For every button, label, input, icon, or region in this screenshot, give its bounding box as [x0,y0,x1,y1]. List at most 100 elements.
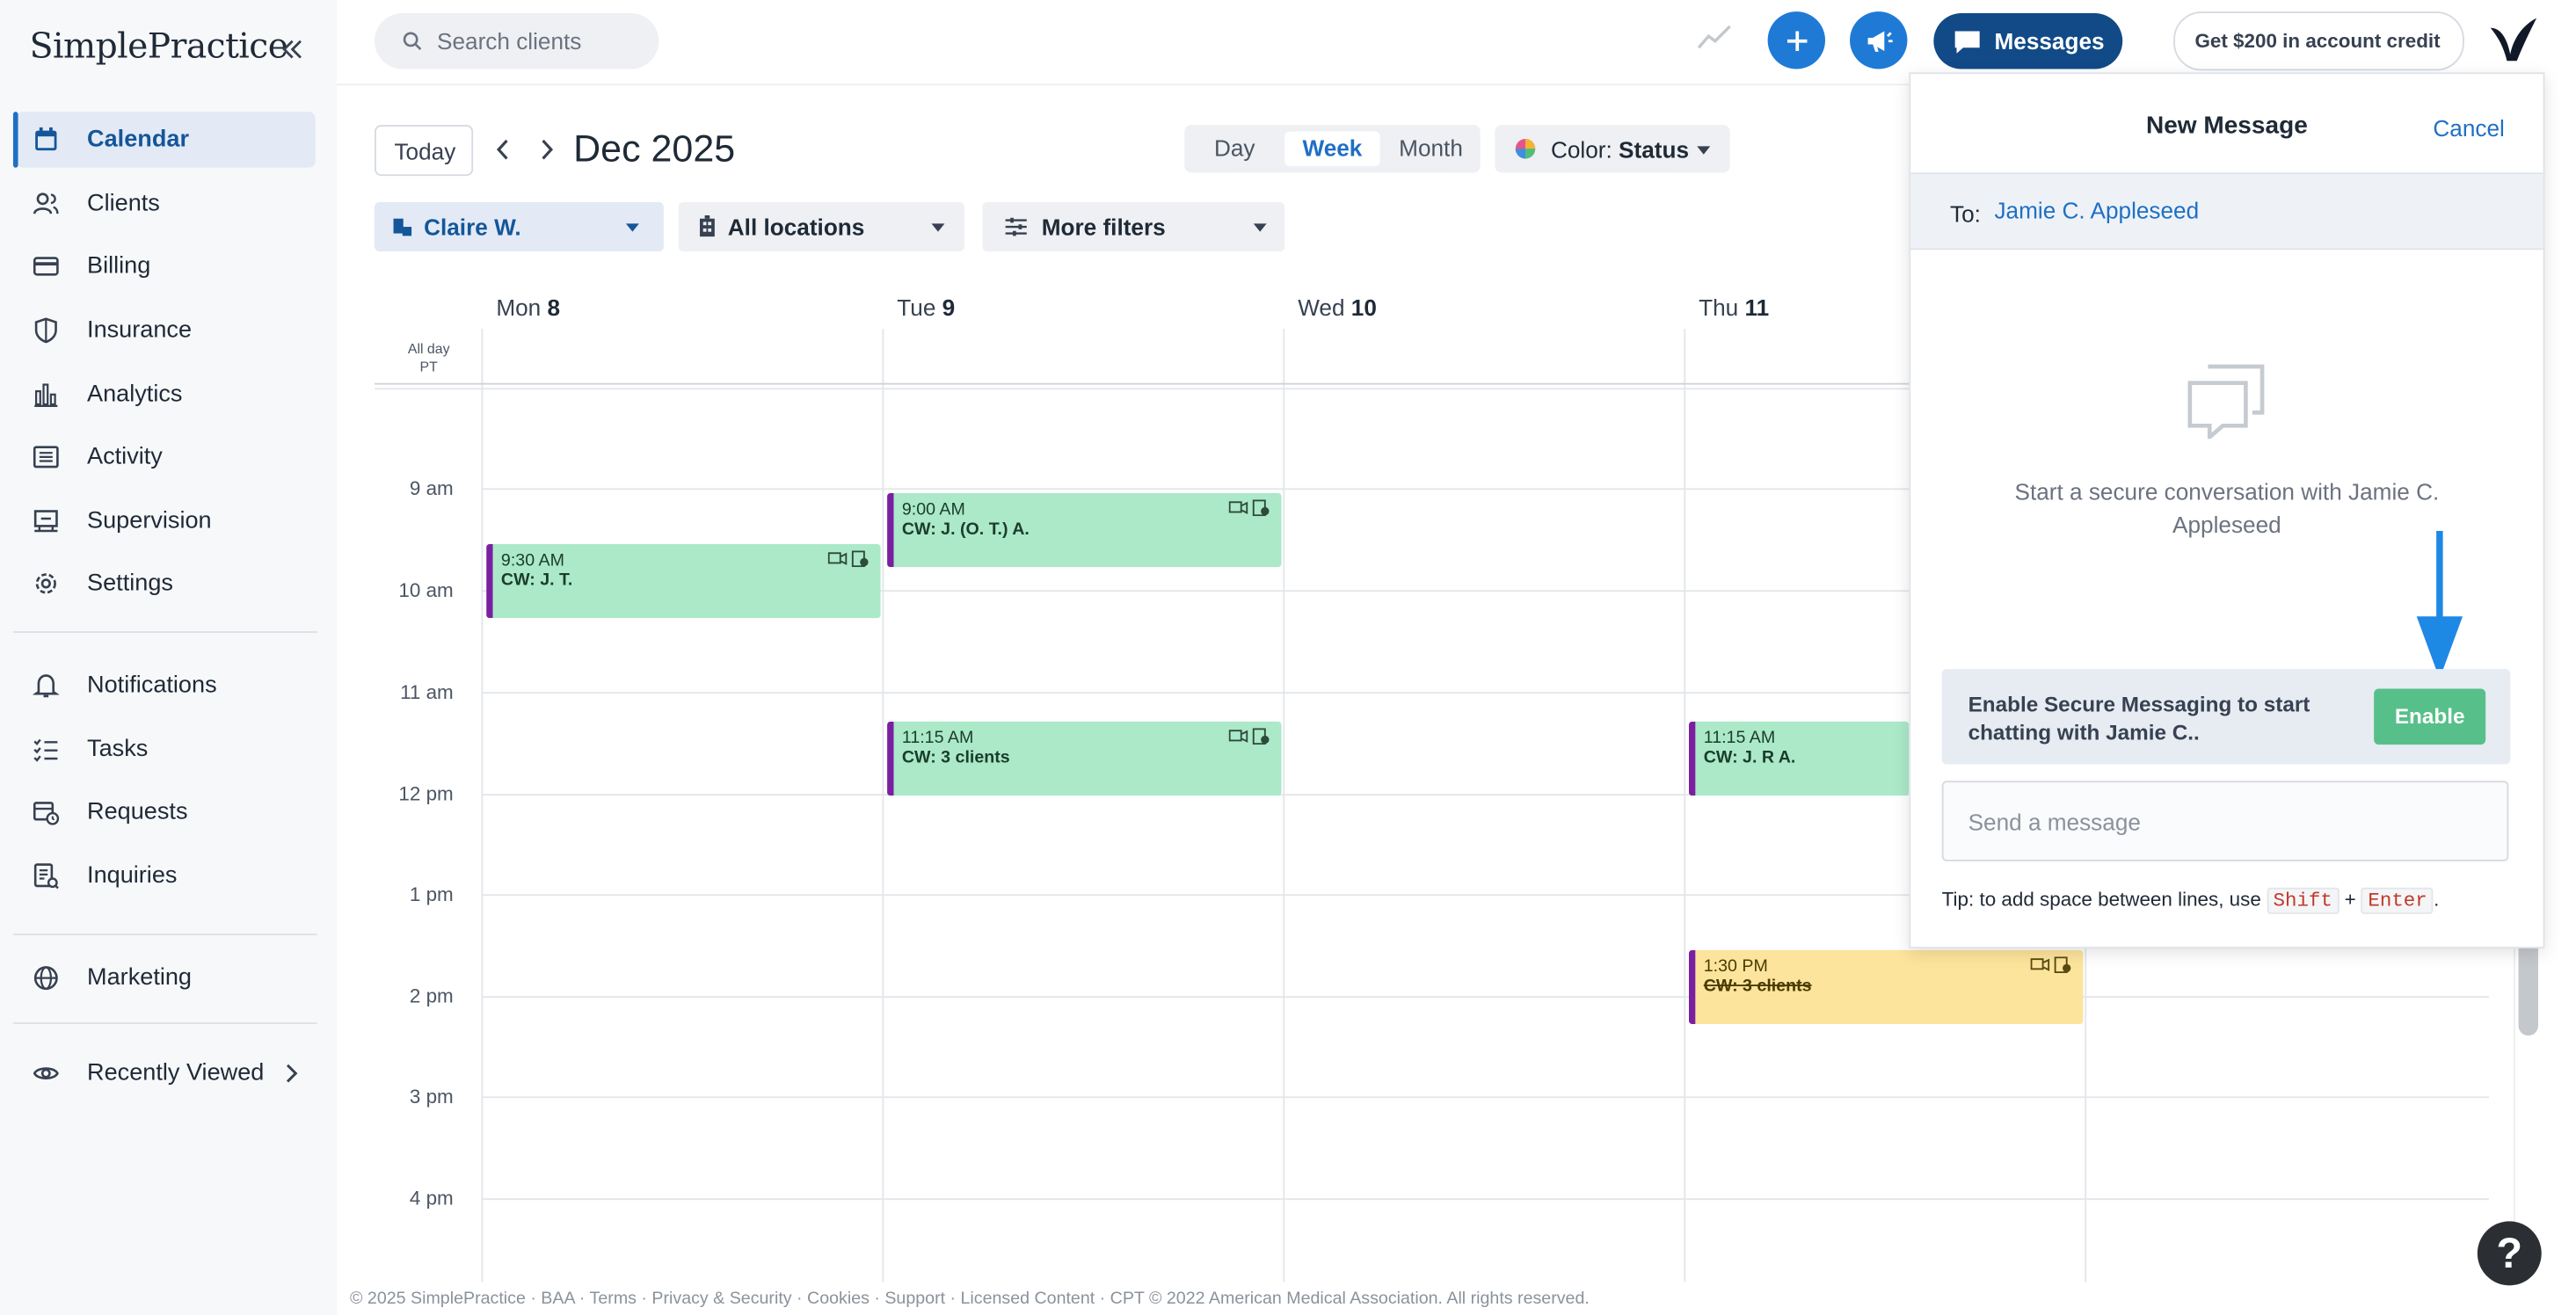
time-label: 2 pm [409,984,454,1008]
sidebar-item-billing[interactable]: Billing [17,238,316,294]
event-name: CW: 3 clients [1703,976,1812,997]
color-by-dropdown[interactable]: Color: Status [1495,125,1730,173]
sidebar-item-insurance[interactable]: Insurance [17,302,316,359]
sidebar-item-label: Settings [87,570,173,597]
users-icon [33,191,59,217]
conversation-icon [2187,363,2266,440]
appointment-event[interactable]: 11:15 AM CW: J. R A. [1688,721,1910,796]
more-filters-label: More filters [1041,214,1166,241]
sidebar-item-label: Billing [87,252,151,280]
day-header-mon[interactable]: Mon 8 [496,294,560,321]
sidebar-item-supervision[interactable]: Supervision [17,493,316,549]
app-logo[interactable]: SimplePractice [30,26,288,66]
bar-chart-icon [33,381,59,408]
appointment-event[interactable]: 1:30 PM CW: 3 clients [1688,949,2084,1025]
today-button[interactable]: Today [375,125,474,177]
prev-week-chevron-left-icon[interactable] [494,138,511,161]
sidebar-item-requests[interactable]: Requests [17,784,316,840]
event-time: 9:00 AM [901,499,965,519]
add-button[interactable] [1767,11,1826,69]
messages-button-label: Messages [1994,27,2105,54]
locations-filter-label: All locations [727,214,865,241]
shield-icon [33,317,59,344]
help-button[interactable]: ? [2477,1221,2542,1286]
sidebar-item-recently-viewed[interactable]: Recently Viewed [17,1045,316,1101]
sidebar-item-tasks[interactable]: Tasks [17,722,316,778]
list-icon [33,444,59,470]
inquiry-icon [33,863,59,890]
sidebar-item-label: Analytics [87,381,183,408]
event-name: CW: J. R A. [1703,747,1796,768]
view-week[interactable]: Week [1284,131,1380,166]
clinician-filter-label: Claire W. [424,214,521,241]
megaphone-icon [1867,30,1892,51]
sidebar-item-label: Tasks [87,736,149,763]
day-header-thu[interactable]: Thu 11 [1699,294,1769,321]
locations-filter[interactable]: All locations [678,202,964,252]
sidebar-item-analytics[interactable]: Analytics [17,367,316,423]
sidebar: SimplePractice Calendar Clients Billing … [0,0,338,1315]
sidebar-item-calendar[interactable]: Calendar [12,112,316,168]
sidebar-item-settings[interactable]: Settings [17,556,316,612]
next-week-chevron-right-icon[interactable] [539,138,556,161]
sidebar-item-label: Supervision [87,507,212,534]
footer-links: © 2025 SimplePractice · BAA · Terms · Pr… [350,1289,1590,1309]
sidebar-item-notifications[interactable]: Notifications [17,658,316,714]
announcements-button[interactable] [1850,11,1908,69]
time-label: 1 pm [409,883,454,906]
enable-secure-messaging-banner: Enable Secure Messaging to start chattin… [1941,669,2511,765]
color-value: Status [1619,136,1690,163]
empty-conversation-text: Start a secure conversation with Jamie C… [2014,478,2440,538]
messages-button[interactable]: Messages [1933,12,2123,69]
time-label: 12 pm [398,782,454,806]
sidebar-item-clients[interactable]: Clients [17,176,316,232]
event-time: 11:15 AM [1703,728,1776,748]
video-icon [2030,956,2074,974]
sliders-icon [1005,217,1027,236]
sidebar-item-label: Insurance [87,316,193,344]
sidebar-item-label: Clients [87,190,160,217]
event-time: 1:30 PM [1703,956,1768,977]
caret-down-icon [1697,146,1711,155]
calendar-icon [33,127,59,153]
clinician-filter[interactable]: Claire W. [375,202,664,252]
account-credit-button[interactable]: Get $200 in account credit [2173,11,2464,71]
view-day[interactable]: Day [1197,132,1271,166]
day-header-wed[interactable]: Wed 10 [1298,294,1377,321]
day-header-tue[interactable]: Tue 9 [897,294,955,321]
supervision-icon [33,508,59,534]
sidebar-divider [12,934,317,936]
appointment-event[interactable]: 11:15 AM CW: 3 clients [887,721,1282,796]
new-message-panel: New Message Cancel To: Jamie C. Applesee… [1909,72,2545,948]
sidebar-item-marketing[interactable]: Marketing [17,950,316,1006]
event-name: CW: 3 clients [901,747,1010,768]
view-month[interactable]: Month [1388,132,1474,166]
sidebar-item-activity[interactable]: Activity [17,429,316,485]
plus-icon [1786,30,1807,51]
collapse-sidebar-icon[interactable] [280,36,306,62]
calendar-clock-icon [33,799,60,825]
allday-label: All day PT [407,340,450,375]
more-filters[interactable]: More filters [982,202,1285,252]
message-input[interactable] [1941,781,2509,861]
trend-icon[interactable] [1697,23,1733,53]
sidebar-item-label: Inquiries [87,862,178,890]
cancel-button[interactable]: Cancel [2433,115,2504,142]
appointment-event[interactable]: 9:30 AM CW: J. T. [486,543,881,619]
user-avatar[interactable] [2487,15,2540,64]
gear-icon [33,570,59,597]
sidebar-item-label: Notifications [87,672,217,699]
appointment-event[interactable]: 9:00 AM CW: J. (O. T.) A. [887,493,1282,568]
time-label: 11 am [400,680,454,704]
enable-button[interactable]: Enable [2374,688,2486,745]
sidebar-item-inquiries[interactable]: Inquiries [17,848,316,905]
caret-down-icon [1253,223,1267,232]
video-icon [1228,499,1272,517]
to-label: To: [1950,200,1981,228]
recipient-name[interactable]: Jamie C. Appleseed [1994,197,2199,223]
search-clients[interactable]: Search clients [375,12,659,69]
video-icon [827,550,871,568]
enable-button-label: Enable [2394,703,2465,729]
bell-icon [33,672,60,699]
color-wheel-icon [1515,138,1536,159]
